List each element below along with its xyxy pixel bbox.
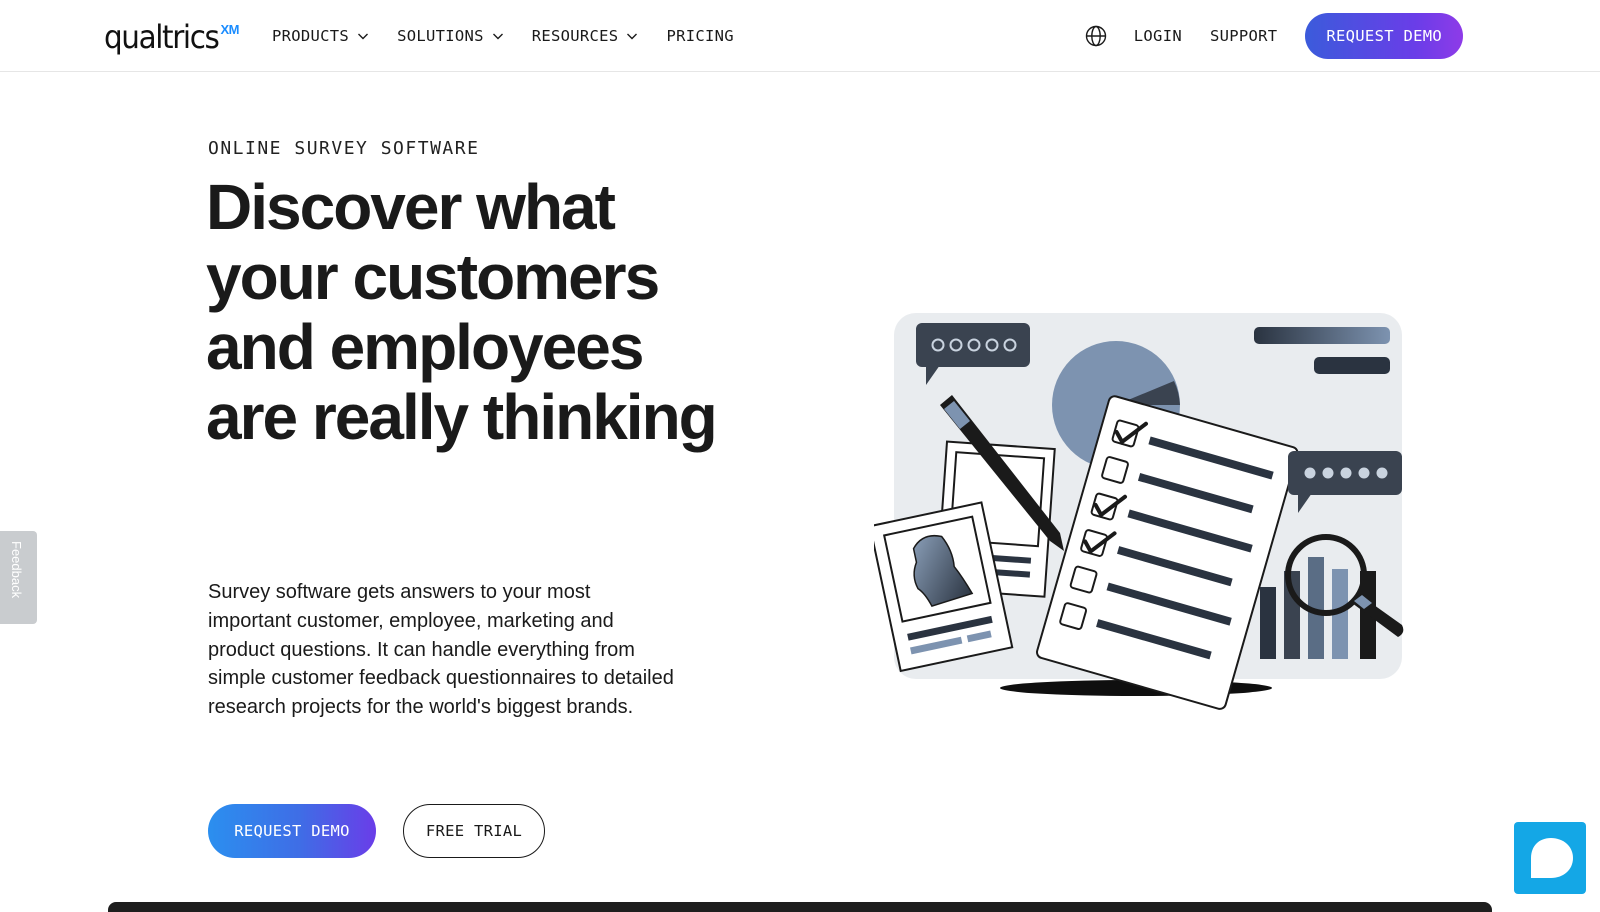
logo-wordmark: qualtrics	[104, 18, 220, 56]
nav-pricing-label: PRICING	[666, 27, 734, 45]
request-demo-button-header[interactable]: REQUEST DEMO	[1305, 13, 1463, 59]
nav-resources-label: RESOURCES	[531, 27, 619, 45]
hero-eyebrow: ONLINE SURVEY SOFTWARE	[208, 138, 480, 159]
nav-products[interactable]: PRODUCTS	[272, 27, 369, 45]
feedback-tab-label: Feedback	[9, 541, 24, 599]
login-link[interactable]: LOGIN	[1134, 27, 1182, 45]
utility-nav: LOGIN SUPPORT REQUEST DEMO	[1084, 0, 1463, 72]
nav-products-label: PRODUCTS	[272, 27, 350, 45]
hero-headline: Discover what your customers and employe…	[206, 171, 718, 453]
feedback-tab[interactable]: Feedback	[0, 531, 37, 624]
logo-xm-badge: XM	[220, 22, 239, 37]
nav-resources[interactable]: RESOURCES	[532, 27, 639, 45]
request-demo-button[interactable]: REQUEST DEMO	[208, 804, 376, 858]
chevron-down-icon	[358, 33, 369, 40]
chevron-down-icon	[627, 33, 638, 40]
next-section-edge	[108, 902, 1492, 912]
hero-body: Survey software gets answers to your mos…	[208, 581, 674, 719]
nav-solutions[interactable]: SOLUTIONS	[397, 27, 504, 45]
nav-solutions-label: SOLUTIONS	[397, 27, 484, 45]
free-trial-button[interactable]: FREE TRIAL	[403, 804, 545, 858]
header-bar-2	[1314, 357, 1390, 374]
globe-icon[interactable]	[1084, 24, 1108, 48]
main-nav: PRODUCTS SOLUTIONS RESOURCES PRICING	[272, 0, 762, 72]
qualtrics-logo[interactable]: qualtrics XM	[104, 14, 239, 60]
survey-illustration	[874, 313, 1404, 710]
header-bar-1	[1254, 327, 1390, 344]
chat-widget-button[interactable]	[1514, 822, 1586, 894]
chat-bubble-icon	[1531, 838, 1573, 878]
chevron-down-icon	[492, 33, 503, 40]
nav-pricing[interactable]: PRICING	[666, 27, 733, 45]
support-link[interactable]: SUPPORT	[1210, 27, 1277, 45]
site-header: qualtrics XM PRODUCTS SOLUTIONS RESOURCE…	[0, 0, 1600, 72]
